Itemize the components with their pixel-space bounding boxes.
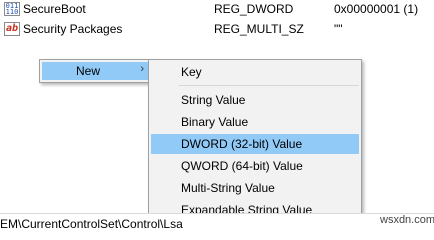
menu-item-label: QWORD (64-bit) Value [181,159,303,173]
submenu-item-multi-string-value[interactable]: Multi-String Value [151,178,359,198]
submenu-item-binary-value[interactable]: Binary Value [151,112,359,132]
menu-item-label: Key [181,65,202,79]
registry-value-row[interactable]: ab Security Packages REG_MULTI_SZ "" [0,20,434,38]
watermark: wsxdn.com [380,214,434,226]
value-name: Security Packages [23,22,123,36]
status-bar: EM\CurrentControlSet\Control\Lsa [0,213,434,233]
menu-item-label: String Value [181,93,246,107]
registry-path: EM\CurrentControlSet\Control\Lsa [0,217,183,231]
submenu-item-string-value[interactable]: String Value [151,90,359,110]
menu-item-label: Binary Value [181,115,249,129]
submenu-item-dword-value[interactable]: DWORD (32-bit) Value [151,134,359,154]
value-name: SecureBoot [23,2,86,16]
chevron-right-icon: › [140,63,144,75]
menu-item-label: DWORD (32-bit) Value [181,137,303,151]
menu-item-label: New [76,64,101,78]
string-value-icon: ab [4,22,20,36]
submenu-item-key[interactable]: Key [151,62,359,82]
dword-value-icon: 011 110 [4,2,20,16]
menu-item-new[interactable]: New › [42,62,150,80]
value-type: REG_MULTI_SZ [214,22,304,36]
submenu-item-qword-value[interactable]: QWORD (64-bit) Value [151,156,359,176]
value-type: REG_DWORD [214,2,294,16]
value-data: 0x00000001 (1) [334,2,419,16]
context-menu: New › [39,59,153,83]
menu-separator [179,85,359,86]
new-submenu: Key String Value Binary Value DWORD (32-… [148,59,362,226]
menu-item-label: Multi-String Value [181,181,275,195]
registry-value-row[interactable]: 011 110 SecureBoot REG_DWORD 0x00000001 … [0,0,434,18]
value-data: "" [334,22,343,36]
